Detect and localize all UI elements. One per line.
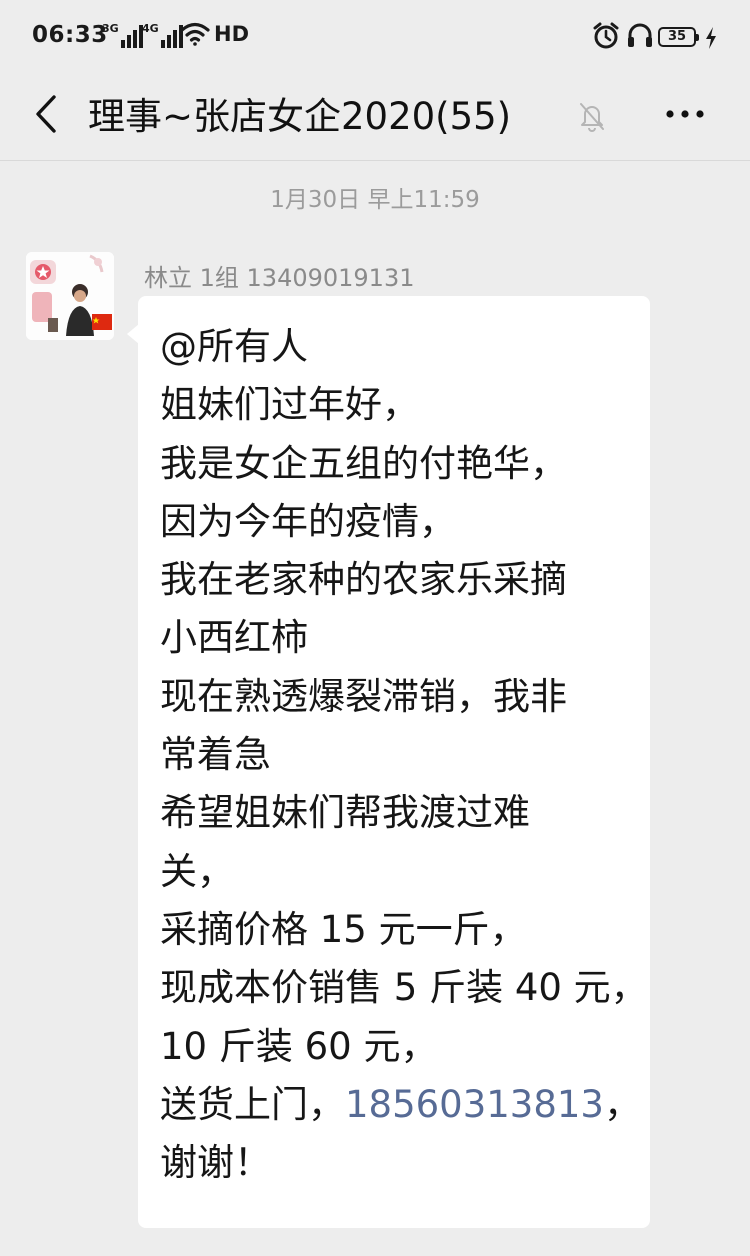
charging-icon <box>706 27 716 49</box>
message-line: 常着急 <box>160 733 271 777</box>
message-line: 我是女企五组的付艳华， <box>160 441 567 485</box>
message-line: 现在熟透爆裂滞销，我非 <box>160 674 567 718</box>
avatar-image <box>26 252 114 340</box>
battery-level: 35 <box>667 29 687 44</box>
signal-icon: 3G <box>102 22 145 48</box>
avatar[interactable] <box>26 252 114 340</box>
phone-number-link[interactable]: 18560313813 <box>345 1083 604 1126</box>
hd-indicator: HD <box>214 22 250 46</box>
message-line: 采摘价格 15 元一斤， <box>160 907 527 951</box>
message-line: 我在老家种的农家乐采摘 <box>160 558 567 602</box>
chat-header: 理事~张店女企2020(55) <box>0 72 750 161</box>
back-icon <box>36 95 56 133</box>
message-bubble[interactable]: @所有人 姐妹们过年好， 我是女企五组的付艳华， 因为今年的疫情， 我在老家种的… <box>127 296 650 1228</box>
more-button[interactable] <box>660 92 710 136</box>
wifi-icon <box>180 22 210 46</box>
mute-icon <box>580 103 604 132</box>
more-icon <box>666 110 704 118</box>
network-type-label: 3G <box>102 22 119 35</box>
chat-title: 理事~张店女企2020(55) <box>88 95 512 138</box>
bottom-edge <box>0 1246 750 1256</box>
message-line: @所有人 <box>160 325 308 368</box>
message-line: 因为今年的疫情， <box>160 499 456 543</box>
message-line: 现成本价销售 5 斤装 40 元， <box>160 966 648 1010</box>
signal-icon: 4G <box>142 22 185 48</box>
message-line: 谢谢！ <box>160 1141 271 1185</box>
network-type-label: 4G <box>142 22 159 35</box>
message-line: 关， <box>160 849 234 893</box>
message-text: ， <box>603 1082 641 1126</box>
message-text: 送货上门， <box>160 1082 345 1126</box>
alarm-icon <box>593 22 619 49</box>
message-line: 10 斤装 60 元， <box>160 1024 438 1068</box>
back-button[interactable] <box>24 90 68 138</box>
message-line: 小西红柿 <box>160 616 308 660</box>
sender-name: 林立 1组 13409019131 <box>144 264 415 292</box>
headset-icon <box>628 23 652 47</box>
battery-icon: 35 <box>658 27 699 47</box>
message-line: 姐妹们过年好， <box>160 383 419 427</box>
message-timestamp: 1月30日 早上11:59 <box>270 187 480 213</box>
status-time: 06:33 <box>32 22 108 48</box>
status-bar: 06:33 3G 4G HD 35 <box>0 0 750 72</box>
message-line-with-phone: 送货上门，18560313813， <box>160 1076 641 1134</box>
message-line: 希望姐妹们帮我渡过难 <box>160 791 530 835</box>
